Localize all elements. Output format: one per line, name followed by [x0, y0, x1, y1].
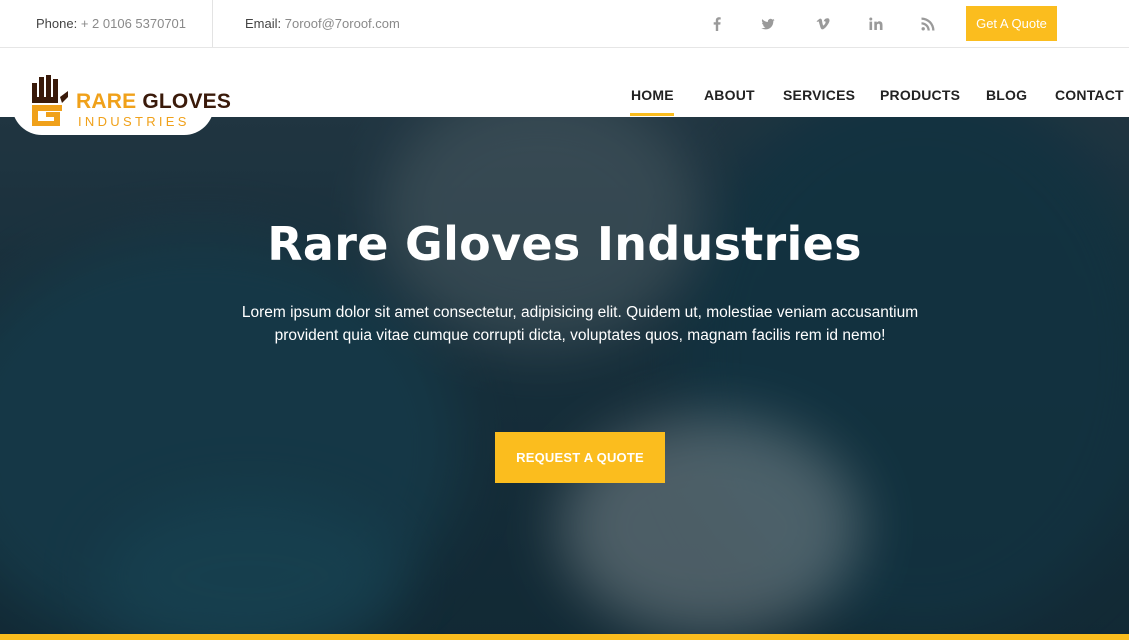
nav-blog[interactable]: BLOG [986, 87, 1027, 103]
nav-about[interactable]: ABOUT [704, 87, 755, 103]
nav-services[interactable]: SERVICES [783, 87, 855, 103]
nav-contact[interactable]: CONTACT [1055, 87, 1124, 103]
top-bar: Phone: + 2 0106 5370701 Email: 7oroof@7o… [0, 0, 1129, 48]
phone-info: Phone: + 2 0106 5370701 [36, 16, 186, 31]
nav-home[interactable]: HOME [631, 87, 674, 103]
logo-wordmark: RARE GLOVES [76, 90, 231, 114]
logo-word-rare: RARE [76, 90, 137, 113]
linkedin-icon[interactable] [866, 14, 886, 34]
nav-products[interactable]: PRODUCTS [880, 87, 960, 103]
phone-label: Phone: [36, 16, 78, 31]
get-a-quote-button[interactable]: Get A Quote [966, 6, 1057, 41]
request-quote-button[interactable]: REQUEST A QUOTE [495, 432, 665, 483]
phone-value[interactable]: + 2 0106 5370701 [81, 16, 186, 31]
topbar-divider [212, 0, 213, 47]
facebook-icon[interactable] [707, 14, 727, 34]
hero-title: Rare Gloves Industries [267, 217, 862, 271]
glove-logo-icon [32, 75, 68, 126]
hero-description: Lorem ipsum dolor sit amet consectetur, … [241, 304, 919, 344]
rss-icon[interactable] [918, 14, 938, 34]
email-value[interactable]: 7oroof@7oroof.com [285, 16, 400, 31]
email-label: Email: [245, 16, 282, 31]
email-info: Email: 7oroof@7oroof.com [245, 16, 400, 31]
hero-overlay [0, 117, 1129, 640]
nav-active-indicator [630, 113, 674, 116]
logo-word-gloves: GLOVES [142, 90, 232, 113]
vimeo-icon[interactable] [813, 14, 833, 34]
hero-bottom-accent [0, 634, 1129, 640]
twitter-icon[interactable] [758, 14, 778, 34]
hero-section: Rare Gloves Industries Lorem ipsum dolor… [0, 117, 1129, 640]
logo[interactable]: RARE GLOVES INDUSTRIES [12, 48, 231, 135]
logo-tagline: INDUSTRIES [78, 114, 190, 129]
